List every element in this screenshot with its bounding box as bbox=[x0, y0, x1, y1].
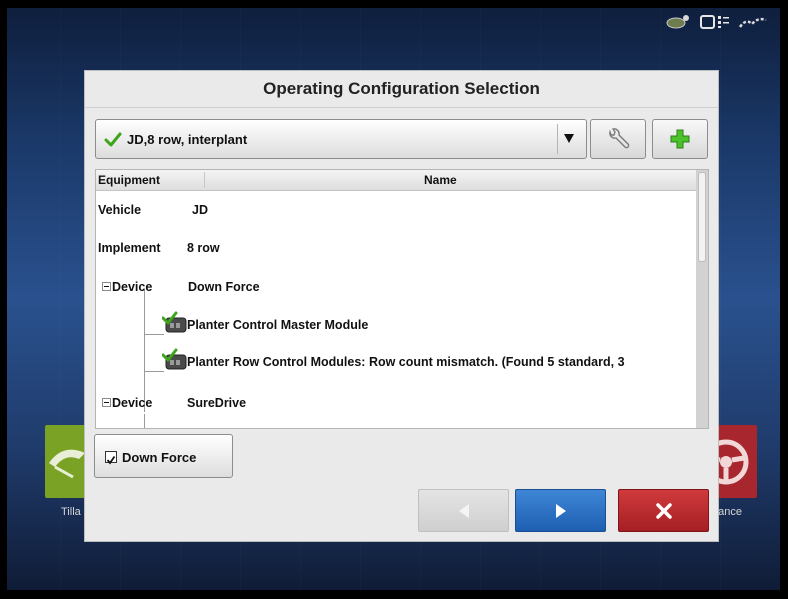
dialog-title: Operating Configuration Selection bbox=[263, 79, 540, 98]
add-configuration-button[interactable] bbox=[652, 119, 708, 159]
edit-configuration-button[interactable] bbox=[590, 119, 646, 159]
down-force-label: Down Force bbox=[122, 450, 197, 465]
equipment-name: SureDrive bbox=[187, 396, 247, 410]
scrollbar-thumb[interactable] bbox=[698, 172, 706, 262]
tree-header: Equipment Name bbox=[96, 170, 696, 191]
tree-row-device-down-force[interactable]: Device Down Force bbox=[96, 277, 696, 297]
equipment-name: Down Force bbox=[188, 280, 260, 294]
tree-row-vehicle[interactable]: Vehicle JD bbox=[96, 200, 696, 220]
module-ok-icon bbox=[161, 348, 188, 370]
down-force-toggle-button[interactable]: Down Force bbox=[94, 434, 233, 478]
down-force-checkbox[interactable] bbox=[105, 451, 117, 465]
module-name: Planter Row Control Modules: Row count m… bbox=[187, 355, 625, 369]
tree-row-master-module[interactable]: Planter Control Master Module bbox=[96, 311, 696, 335]
equipment-type: Vehicle bbox=[98, 203, 142, 217]
tree-row-implement[interactable]: Implement 8 row bbox=[96, 238, 696, 258]
equipment-tree[interactable]: Equipment Name Vehicle JD Implement 8 ro… bbox=[95, 169, 709, 429]
next-button[interactable] bbox=[515, 489, 606, 532]
equipment-type: Implement bbox=[98, 241, 161, 255]
display-status-icon bbox=[700, 14, 730, 30]
close-icon bbox=[655, 502, 672, 519]
tree-connector bbox=[144, 414, 145, 428]
collapse-toggle-icon[interactable] bbox=[102, 398, 111, 407]
module-ok-icon bbox=[161, 311, 188, 333]
bezel-bottom bbox=[0, 590, 788, 599]
header-divider bbox=[204, 172, 205, 188]
equipment-name: JD bbox=[192, 203, 208, 217]
gps-satellite-icon bbox=[666, 14, 692, 30]
equipment-type: Device bbox=[112, 280, 153, 294]
signal-icon bbox=[738, 14, 768, 30]
equipment-column-header[interactable]: Equipment bbox=[98, 173, 160, 187]
title-divider bbox=[85, 107, 718, 108]
tree-row-device-suredrive[interactable]: Device SureDrive bbox=[96, 393, 696, 413]
operating-configuration-dialog: Operating Configuration Selection JD,8 r… bbox=[84, 70, 719, 542]
arrow-right-icon bbox=[555, 503, 566, 518]
bezel-right bbox=[780, 0, 788, 599]
configuration-dropdown[interactable]: JD,8 row, interplant bbox=[95, 119, 587, 159]
status-icons bbox=[666, 14, 768, 30]
collapse-toggle-icon[interactable] bbox=[102, 282, 111, 291]
cancel-button[interactable] bbox=[618, 489, 709, 532]
vertical-scrollbar[interactable] bbox=[696, 170, 708, 428]
checkmark-icon bbox=[106, 455, 116, 465]
dropdown-divider bbox=[557, 124, 558, 154]
equipment-name: 8 row bbox=[187, 241, 220, 255]
dropdown-arrow-icon[interactable] bbox=[564, 134, 574, 143]
background-screen: Tilla dance Operating Configuration Sele… bbox=[0, 0, 788, 599]
equipment-type: Device bbox=[112, 396, 153, 410]
tree-row-row-control-modules[interactable]: Planter Row Control Modules: Row count m… bbox=[96, 348, 696, 372]
back-button[interactable] bbox=[418, 489, 509, 532]
bezel-left bbox=[0, 0, 7, 599]
configuration-dropdown-value: JD,8 row, interplant bbox=[127, 132, 248, 147]
module-name: Planter Control Master Module bbox=[187, 318, 369, 332]
wrench-icon bbox=[609, 128, 630, 149]
arrow-left-icon bbox=[458, 503, 469, 518]
plus-icon bbox=[670, 129, 690, 149]
check-icon bbox=[104, 132, 122, 153]
bezel-top bbox=[0, 0, 788, 8]
name-column-header[interactable]: Name bbox=[424, 173, 457, 187]
tillage-tile-label: Tilla bbox=[61, 506, 81, 518]
